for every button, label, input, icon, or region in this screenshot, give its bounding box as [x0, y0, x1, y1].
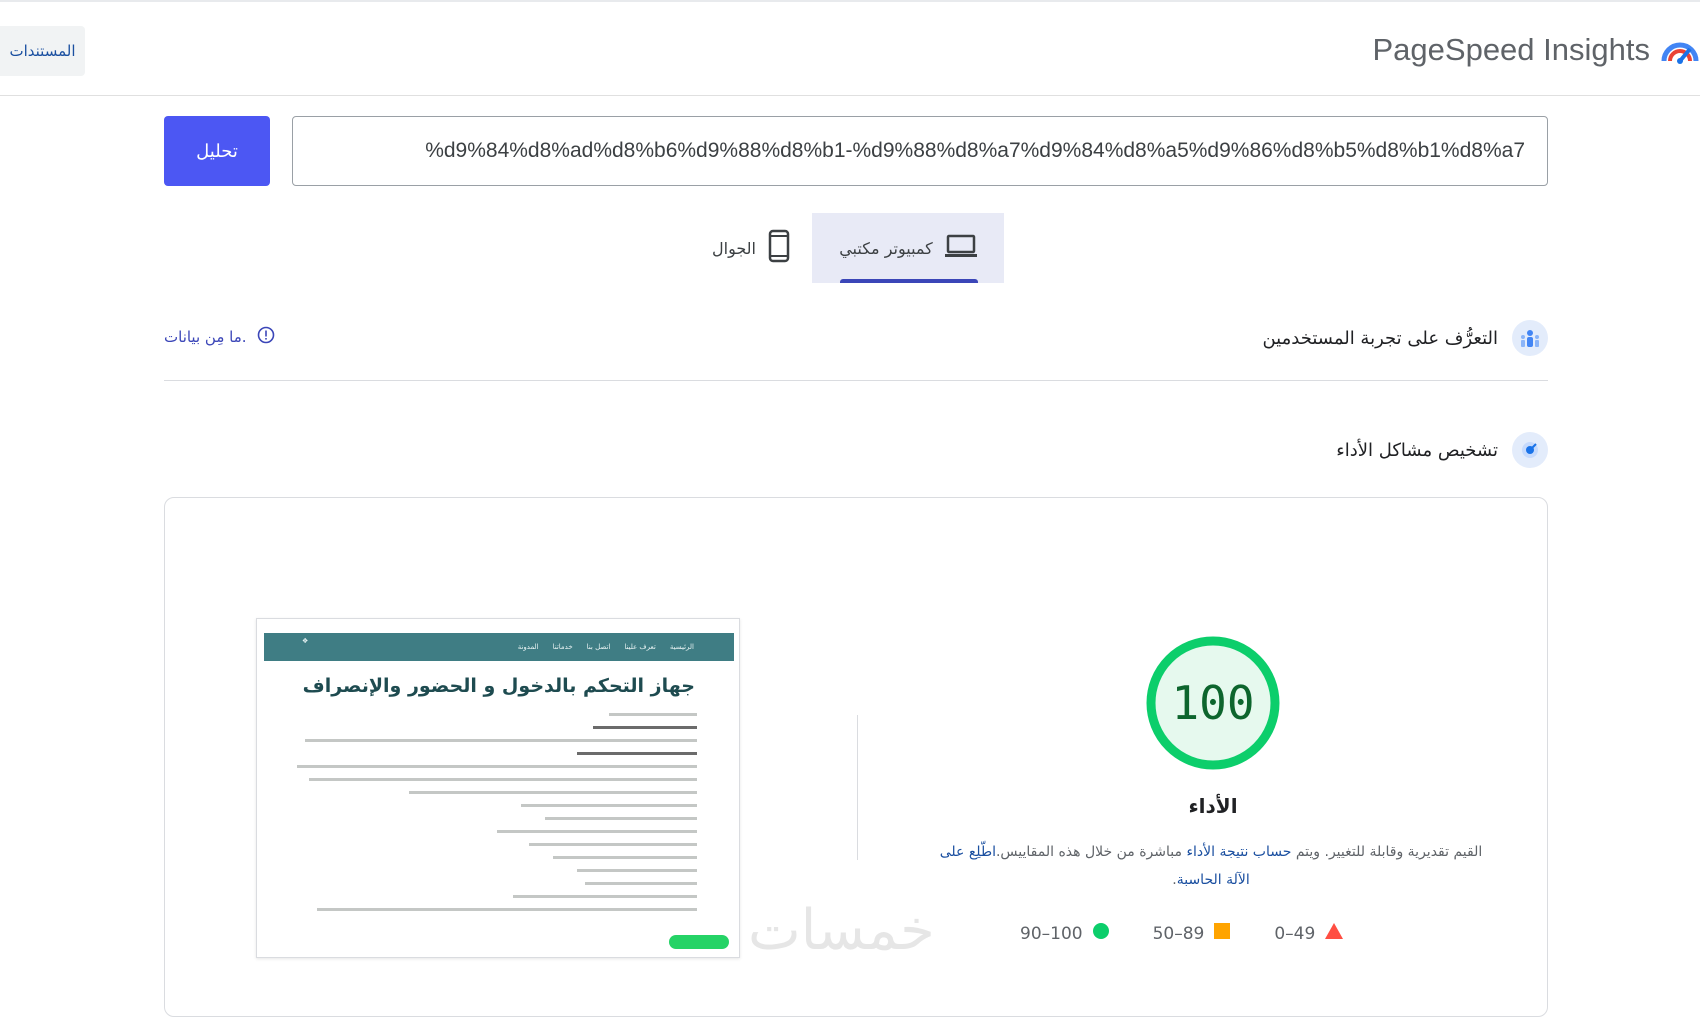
description-text: القيم تقديرية وقابلة للتغيير. ويتم	[1291, 844, 1482, 860]
diagnostics-section: تشخيص مشاكل الأداء	[164, 432, 1548, 468]
brand-title: PageSpeed Insights	[1373, 32, 1651, 68]
thumbnail-navbar: ❖ المدونة خدماتنا اتصل بنا تعرف علينا ال…	[264, 633, 734, 661]
laptop-icon	[945, 234, 977, 262]
thumbnail-body-text	[297, 713, 697, 921]
text-line	[497, 830, 697, 833]
performance-gauge[interactable]: 100	[1140, 630, 1286, 776]
tab-desktop-label: كمبيوتر مكتبي	[839, 239, 933, 258]
analyze-button[interactable]: تحليل	[164, 116, 270, 186]
text-line	[553, 856, 697, 859]
vertical-separator	[857, 715, 858, 860]
thumbnail-nav-item: الرئيسية	[670, 643, 694, 651]
active-tab-indicator	[840, 279, 978, 283]
text-line	[545, 817, 697, 820]
score-description: القيم تقديرية وقابلة للتغيير. ويتم حساب …	[935, 838, 1487, 894]
whatsapp-button	[669, 935, 729, 949]
text-line	[409, 791, 697, 794]
text-line	[297, 765, 697, 768]
text-line	[577, 869, 697, 872]
info-icon	[257, 326, 275, 348]
section-divider	[164, 380, 1548, 381]
user-experience-title: التعرُّف على تجربة المستخدمين	[1262, 328, 1498, 349]
orange-square-icon	[1214, 923, 1230, 944]
thumbnail-heading: جهاز التحكم بالدخول و الحضور والإنصراف	[303, 675, 695, 697]
no-data-link[interactable]: ما مِن بيانات.	[164, 326, 275, 348]
top-bar: PageSpeed Insights المستندات	[0, 0, 1700, 96]
legend-average-range: 50–89	[1153, 924, 1205, 944]
performance-label: الأداء	[1140, 794, 1286, 818]
legend-pass: 90–100	[1020, 923, 1109, 944]
watermark: خمسات	[748, 898, 935, 963]
pagespeed-logo-icon	[1660, 31, 1700, 69]
phone-icon	[768, 229, 790, 267]
docs-button[interactable]: المستندات	[0, 26, 85, 76]
legend-average: 50–89	[1153, 923, 1231, 944]
performance-score: 100	[1140, 630, 1286, 776]
tab-mobile-label: الجوال	[712, 239, 756, 258]
text-line	[513, 895, 697, 898]
legend-fail: 0–49	[1274, 923, 1343, 944]
text-line	[529, 843, 697, 846]
text-line	[317, 908, 697, 911]
diagnostics-icon	[1512, 432, 1548, 468]
page-screenshot-thumbnail[interactable]: ❖ المدونة خدماتنا اتصل بنا تعرف علينا ال…	[256, 618, 740, 958]
tab-mobile[interactable]: الجوال	[690, 213, 812, 283]
device-tabs: كمبيوتر مكتبي الجوال	[690, 213, 1004, 283]
url-input[interactable]: %d9%84%d8%ad%d8%b6%d9%88%d8%b1-%d9%88%d8…	[292, 116, 1548, 186]
text-line	[309, 778, 697, 781]
brand[interactable]: PageSpeed Insights	[1373, 24, 1700, 76]
text-line	[577, 752, 697, 755]
people-icon	[1512, 320, 1548, 356]
text-line	[305, 739, 697, 742]
legend-pass-range: 90–100	[1020, 924, 1083, 944]
text-line	[593, 726, 697, 729]
tab-desktop[interactable]: كمبيوتر مكتبي	[812, 213, 1004, 283]
site-logo-icon: ❖	[302, 637, 308, 645]
red-triangle-icon	[1325, 923, 1343, 944]
description-text-middle: مباشرة من خلال هذه المقاييس.	[996, 844, 1186, 860]
no-data-label: ما مِن بيانات.	[164, 328, 247, 346]
thumbnail-nav-item: اتصل بنا	[587, 643, 611, 651]
diagnostics-title: تشخيص مشاكل الأداء	[1336, 440, 1498, 461]
user-experience-section: التعرُّف على تجربة المستخدمين	[164, 320, 1548, 356]
score-calc-link[interactable]: حساب نتيجة الأداء	[1186, 844, 1291, 860]
legend-fail-range: 0–49	[1274, 924, 1315, 944]
text-line	[609, 713, 697, 716]
thumbnail-nav-item: خدماتنا	[553, 643, 573, 651]
thumbnail-nav-item: تعرف علينا	[624, 643, 656, 651]
thumbnail-nav-item: المدونة	[518, 643, 539, 651]
text-line	[521, 804, 697, 807]
green-circle-icon	[1093, 923, 1109, 944]
score-legend: 0–49 50–89 90–100	[1020, 923, 1343, 944]
text-line	[585, 882, 697, 885]
